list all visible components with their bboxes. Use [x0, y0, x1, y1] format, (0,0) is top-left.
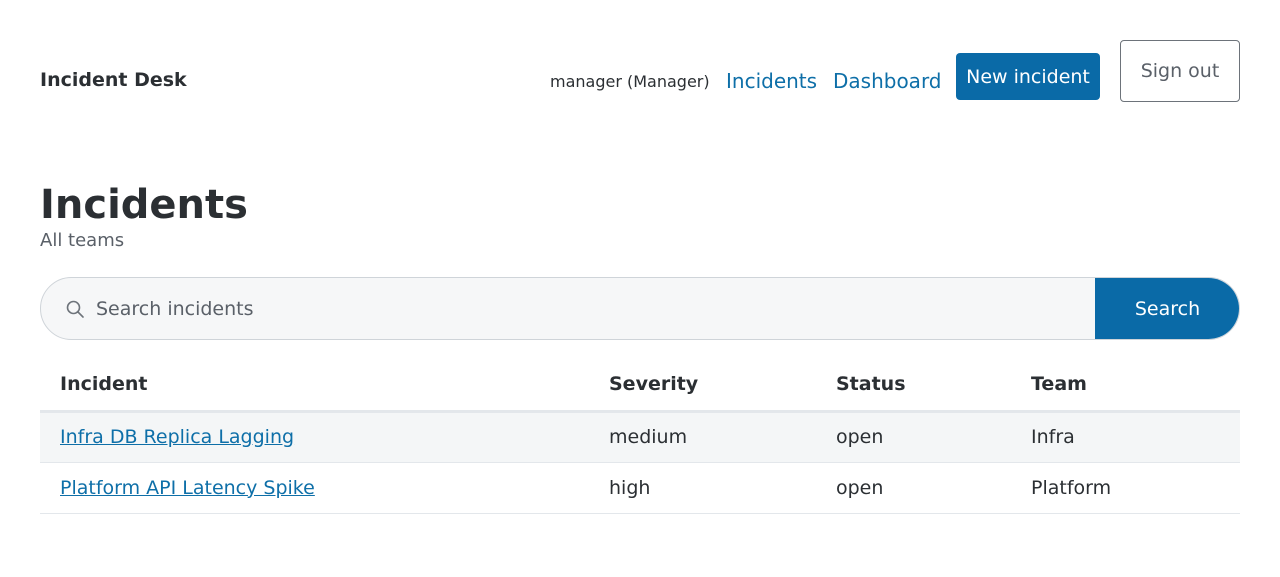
incidents-table: Incident Severity Status Team Infra DB R…: [40, 359, 1240, 514]
incident-link[interactable]: Platform API Latency Spike: [60, 477, 315, 499]
column-header-severity[interactable]: Severity: [589, 359, 816, 413]
column-header-status[interactable]: Status: [816, 359, 1011, 413]
page-subtitle: All teams: [40, 230, 125, 251]
status-cell: open: [816, 462, 1011, 514]
table-header-row: Incident Severity Status Team: [40, 359, 1240, 413]
search-input[interactable]: [96, 278, 1086, 339]
nav-link-incidents[interactable]: Incidents: [726, 69, 817, 93]
search-form: Search: [40, 277, 1240, 340]
page: Incident Desk manager (Manager) Incident…: [0, 0, 1280, 577]
table-row: Platform API Latency Spike high open Pla…: [40, 462, 1240, 514]
new-incident-button[interactable]: New incident: [956, 53, 1100, 100]
incident-cell: Platform API Latency Spike: [40, 462, 589, 514]
team-cell: Infra: [1011, 411, 1240, 463]
column-header-team[interactable]: Team: [1011, 359, 1240, 413]
team-cell: Platform: [1011, 462, 1240, 514]
nav-link-dashboard[interactable]: Dashboard: [833, 69, 942, 93]
brand-title: Incident Desk: [40, 69, 187, 91]
status-cell: open: [816, 411, 1011, 463]
incident-cell: Infra DB Replica Lagging: [40, 411, 589, 463]
page-title: Incidents: [40, 182, 248, 228]
table-row: Infra DB Replica Lagging medium open Inf…: [40, 411, 1240, 463]
search-button[interactable]: Search: [1095, 278, 1239, 339]
sign-out-button[interactable]: Sign out: [1120, 40, 1240, 102]
severity-cell: high: [589, 462, 816, 514]
current-user-label: manager (Manager): [550, 72, 710, 91]
search-icon: [65, 299, 85, 319]
incident-link[interactable]: Infra DB Replica Lagging: [60, 426, 294, 448]
column-header-incident[interactable]: Incident: [40, 359, 589, 413]
severity-cell: medium: [589, 411, 816, 463]
